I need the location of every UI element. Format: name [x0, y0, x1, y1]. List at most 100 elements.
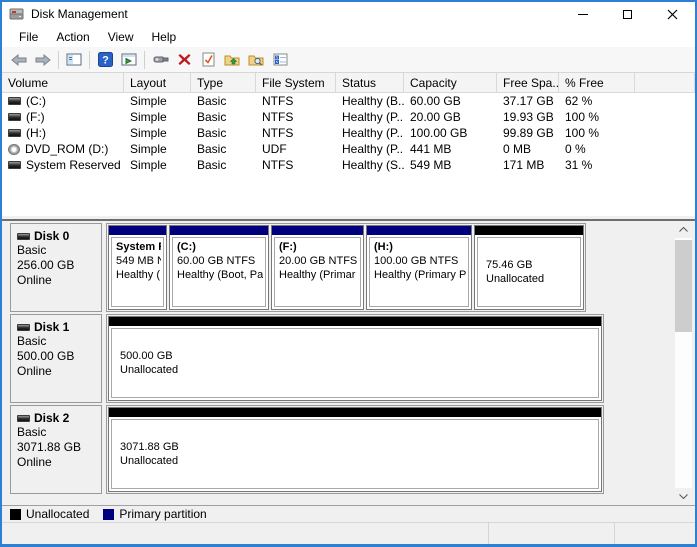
disk-management-app-icon [9, 7, 25, 21]
region-size: 100.00 GB NTFS [374, 254, 466, 268]
legend-bar: Unallocated Primary partition [2, 505, 695, 522]
region-name: (C:) [177, 240, 263, 254]
scroll-up-button[interactable] [675, 221, 692, 238]
volume-type: Basic [191, 126, 256, 140]
maximize-button[interactable] [605, 2, 650, 26]
chevron-up-icon [679, 227, 688, 232]
drive-icon [8, 97, 21, 105]
column-header-pct-free[interactable]: % Free [559, 73, 635, 92]
volume-fs: UDF [256, 142, 336, 156]
column-header-status[interactable]: Status [336, 73, 404, 92]
action-pane-button[interactable] [117, 49, 141, 71]
volume-type: Basic [191, 94, 256, 108]
region-disk1-unallocated[interactable]: 500.00 GB Unallocated [108, 316, 602, 401]
volume-status: Healthy (B... [336, 94, 404, 108]
folder-up-icon [224, 53, 240, 66]
volume-row-f[interactable]: (F:) Simple Basic NTFS Healthy (P... 20.… [2, 109, 695, 125]
region-size: 60.00 GB NTFS [177, 254, 263, 268]
minimize-button[interactable] [560, 2, 605, 26]
volume-free: 37.17 GB [497, 94, 559, 108]
volume-fs: NTFS [256, 110, 336, 124]
volume-pct-free: 100 % [559, 126, 635, 140]
volume-layout: Simple [124, 158, 191, 172]
region-h[interactable]: (H:) 100.00 GB NTFS Healthy (Primary Pa [366, 225, 472, 310]
unallocated-bar [109, 408, 601, 417]
volume-name: System Reserved [26, 158, 121, 172]
scrollbar-track[interactable] [675, 238, 692, 488]
disk-type: Basic [17, 425, 101, 440]
region-c[interactable]: (C:) 60.00 GB NTFS Healthy (Boot, Pag [169, 225, 269, 310]
menu-file[interactable]: File [10, 28, 47, 46]
volume-layout: Simple [124, 110, 191, 124]
volume-pct-free: 62 % [559, 94, 635, 108]
volume-name: (H:) [26, 126, 46, 140]
region-f[interactable]: (F:) 20.00 GB NTFS Healthy (Primar [271, 225, 364, 310]
menu-action[interactable]: Action [47, 28, 98, 46]
region-status: Healthy (Primar [279, 268, 358, 282]
toolbar: ? [2, 47, 695, 73]
volume-row-dvd[interactable]: DVD_ROM (D:) Simple Basic UDF Healthy (P… [2, 141, 695, 157]
column-header-free-space[interactable]: Free Spa... [497, 73, 559, 92]
disk-size: 256.00 GB [17, 258, 101, 273]
column-header-layout[interactable]: Layout [124, 73, 191, 92]
disk-management-window: Disk Management File Action View Help ? [0, 0, 697, 547]
volume-layout: Simple [124, 142, 191, 156]
help-button[interactable]: ? [93, 49, 117, 71]
delete-volume-button[interactable] [172, 49, 196, 71]
column-header-capacity[interactable]: Capacity [404, 73, 497, 92]
disk-icon [17, 324, 30, 331]
disk-0-label[interactable]: Disk 0 Basic 256.00 GB Online [10, 223, 102, 312]
disk-tool-icon [152, 54, 169, 65]
column-header-volume[interactable]: Volume [2, 73, 124, 92]
drive-icon [8, 129, 21, 137]
region-name: (F:) [279, 240, 358, 254]
volume-list-header: Volume Layout Type File System Status Ca… [2, 73, 695, 93]
region-disk2-unallocated[interactable]: 3071.88 GB Unallocated [108, 407, 602, 492]
toolbar-separator [89, 51, 90, 69]
volume-name: (C:) [26, 94, 46, 108]
menu-help[interactable]: Help [143, 28, 186, 46]
folder-search-button[interactable] [244, 49, 268, 71]
disk-0-row: Disk 0 Basic 256.00 GB Online System R 5… [10, 223, 695, 312]
disk-2-label[interactable]: Disk 2 Basic 3071.88 GB Online [10, 405, 102, 494]
menu-bar: File Action View Help [2, 26, 695, 47]
volume-row-h[interactable]: (H:) Simple Basic NTFS Healthy (P... 100… [2, 125, 695, 141]
check-document-button[interactable] [196, 49, 220, 71]
scroll-down-button[interactable] [675, 488, 692, 505]
volume-fs: NTFS [256, 158, 336, 172]
disk-size: 500.00 GB [17, 349, 101, 364]
region-status: Unallocated [486, 272, 578, 286]
forward-button[interactable] [31, 49, 55, 71]
folder-up-button[interactable] [220, 49, 244, 71]
title-bar: Disk Management [2, 2, 695, 26]
volume-free: 171 MB [497, 158, 559, 172]
properties-button[interactable] [268, 49, 292, 71]
disk-name: Disk 0 [34, 229, 69, 243]
disk-tool-button[interactable] [148, 49, 172, 71]
volume-row-system-reserved[interactable]: System Reserved Simple Basic NTFS Health… [2, 157, 695, 173]
scrollbar-thumb[interactable] [675, 240, 692, 332]
region-system-reserved[interactable]: System R 549 MB N Healthy ( [108, 225, 167, 310]
toolbar-separator [144, 51, 145, 69]
column-header-file-system[interactable]: File System [256, 73, 336, 92]
volume-row-c[interactable]: (C:) Simple Basic NTFS Healthy (B... 60.… [2, 93, 695, 109]
drive-icon [8, 113, 21, 121]
volume-name: (F:) [26, 110, 45, 124]
disk-1-label[interactable]: Disk 1 Basic 500.00 GB Online [10, 314, 102, 403]
close-button[interactable] [650, 2, 695, 26]
region-status: Healthy (Primary Pa [374, 268, 466, 282]
volume-type: Basic [191, 110, 256, 124]
volume-free: 0 MB [497, 142, 559, 156]
back-button[interactable] [7, 49, 31, 71]
vertical-scrollbar[interactable] [675, 221, 692, 505]
status-pane-secondary [489, 523, 615, 544]
region-disk0-unallocated[interactable]: 75.46 GB Unallocated [474, 225, 584, 310]
toolbar-separator [58, 51, 59, 69]
check-document-icon [202, 52, 215, 67]
column-header-type[interactable]: Type [191, 73, 256, 92]
menu-view[interactable]: View [99, 28, 143, 46]
close-icon [667, 9, 678, 20]
console-tree-button[interactable] [62, 49, 86, 71]
volume-fs: NTFS [256, 94, 336, 108]
region-size: 549 MB N [116, 254, 161, 268]
